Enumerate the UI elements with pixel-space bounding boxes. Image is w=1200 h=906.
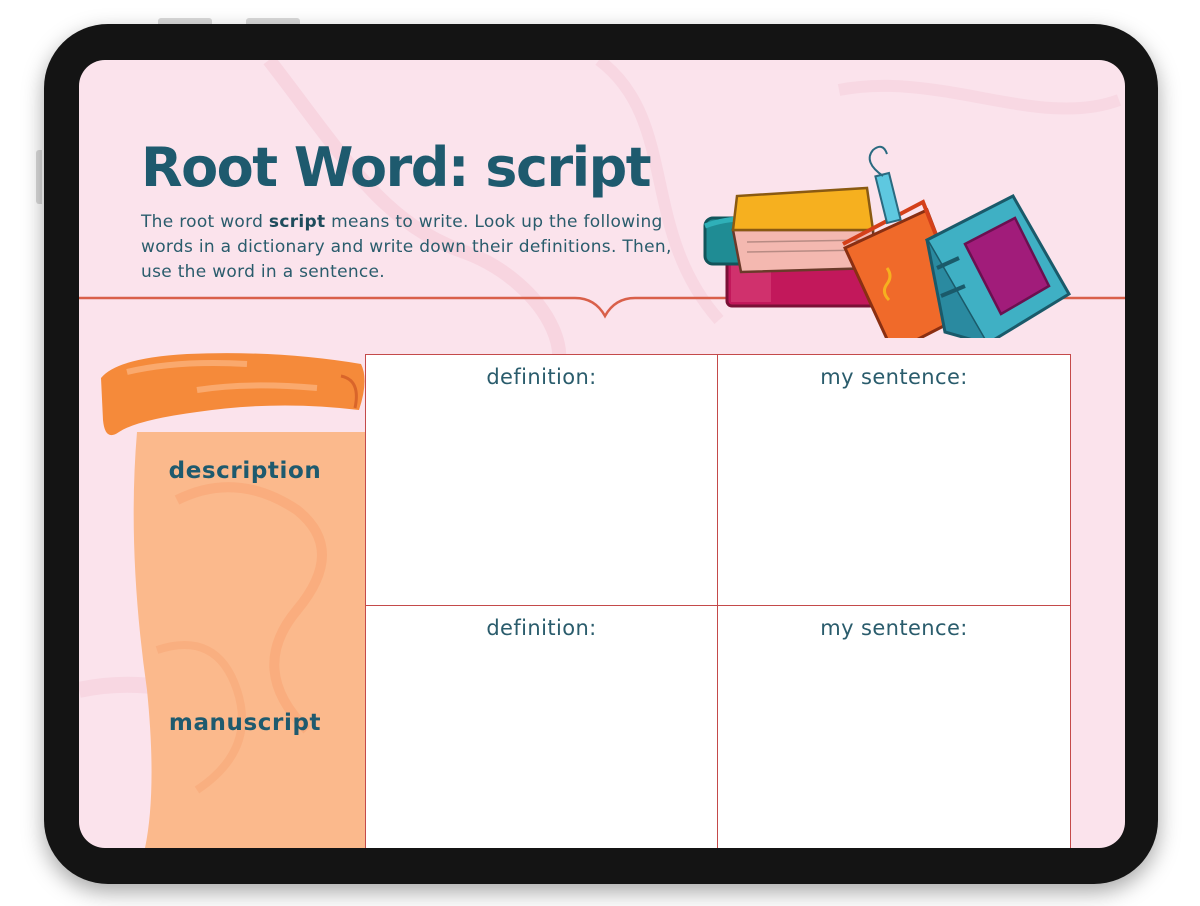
worksheet-screen: Root Word: script The root word script m… [79,60,1125,848]
scroll-illustration [101,353,365,848]
sentence-box[interactable]: my sentence: [717,605,1071,848]
root-word-highlight: script [268,212,326,232]
sentence-label: my sentence: [820,365,968,389]
word-label: manuscript [168,710,322,736]
power-button [36,150,42,204]
books-stack-illustration [703,145,1072,338]
instructions-before: The root word [141,212,269,232]
definition-box[interactable]: definition: [365,354,718,607]
word-label: description [168,458,322,484]
definition-label: definition: [486,616,597,640]
sentence-label: my sentence: [820,616,968,640]
definition-label: definition: [486,365,597,389]
instructions-text: The root word script means to write. Loo… [141,210,701,285]
sentence-box[interactable]: my sentence: [717,354,1071,607]
definition-box[interactable]: definition: [365,605,718,848]
page-title: Root Word: script [141,136,652,199]
